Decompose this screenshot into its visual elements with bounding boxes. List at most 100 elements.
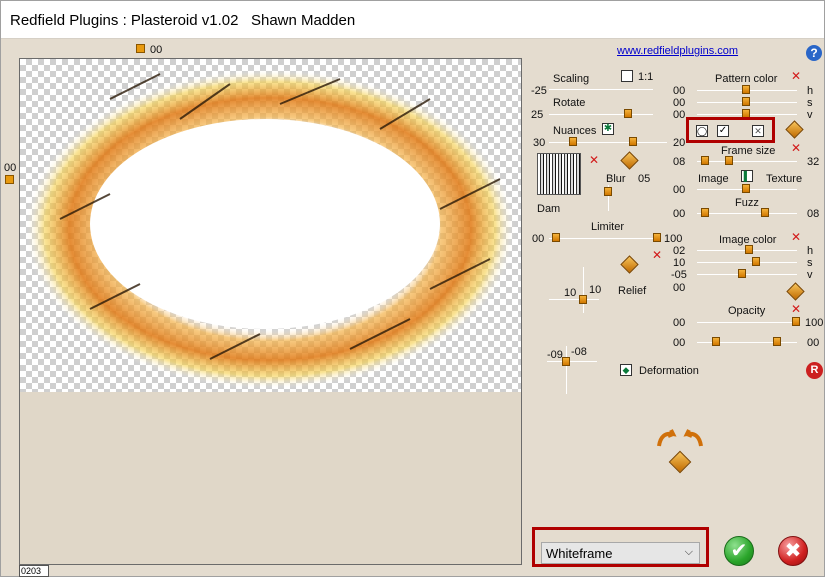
limiter-value-right: 100 bbox=[664, 233, 683, 245]
opacity-slider[interactable] bbox=[697, 322, 797, 323]
pattern-color-clear-icon[interactable]: ✕ bbox=[791, 70, 801, 82]
help-icon[interactable]: ? bbox=[806, 45, 822, 61]
image-color-random-icon[interactable] bbox=[786, 282, 805, 301]
pattern-random-icon[interactable] bbox=[785, 120, 804, 139]
nuances-thumb-right[interactable] bbox=[629, 137, 637, 146]
rotate-slider[interactable] bbox=[549, 114, 653, 115]
deform-y-value: -08 bbox=[571, 346, 587, 358]
fuzz-value-left: 00 bbox=[673, 208, 686, 220]
image-color-clear-icon[interactable]: ✕ bbox=[791, 231, 801, 243]
opacity-row2-right: 00 bbox=[807, 337, 820, 349]
image-texture-thumb[interactable] bbox=[742, 184, 750, 193]
preset-value: Whiteframe bbox=[546, 546, 613, 561]
limiter-slider[interactable] bbox=[549, 238, 661, 239]
deformation-label: Deformation bbox=[639, 365, 699, 377]
nuances-slider[interactable] bbox=[549, 142, 667, 143]
opacity-clear-icon[interactable]: ✕ bbox=[791, 303, 801, 315]
image-s-value: 10 bbox=[673, 257, 686, 269]
fuzz-thumb-left[interactable] bbox=[701, 208, 709, 217]
texture-label: Texture bbox=[766, 173, 803, 185]
mode-cross-button[interactable]: ✕ bbox=[752, 125, 764, 137]
cancel-button[interactable]: ✖ bbox=[778, 536, 808, 566]
title-bar: Redfield Plugins : Plasteroid v1.02 Shaw… bbox=[1, 1, 824, 39]
relief-random-icon[interactable] bbox=[620, 255, 639, 274]
opacity-value-left: 00 bbox=[673, 317, 686, 329]
image-texture-toggle[interactable]: ▌ bbox=[741, 170, 753, 182]
rotate-thumb[interactable] bbox=[624, 109, 632, 118]
scaling-label: Scaling bbox=[553, 73, 590, 85]
rotate-value: 25 bbox=[531, 109, 544, 121]
scale-1to1-checkbox[interactable] bbox=[621, 70, 633, 82]
image-h-thumb[interactable] bbox=[745, 245, 753, 254]
deform-pad-vertical[interactable] bbox=[566, 346, 567, 394]
relief-pad-vertical[interactable] bbox=[583, 267, 584, 313]
scale-1to1-label: 1:1 bbox=[638, 71, 654, 83]
pattern-s-thumb[interactable] bbox=[742, 97, 750, 106]
frame-effect-preview bbox=[25, 69, 515, 389]
blur-value: 05 bbox=[638, 173, 651, 185]
image-s-slider[interactable] bbox=[697, 262, 797, 263]
ok-button[interactable]: ✔ bbox=[724, 536, 754, 566]
redfield-link[interactable]: www.redfieldplugins.com bbox=[617, 45, 738, 57]
preview-left-value: 00 bbox=[4, 162, 17, 174]
deform-pad-thumb[interactable] bbox=[562, 357, 570, 366]
deform-x-value: -09 bbox=[547, 349, 563, 361]
blur-label: Blur bbox=[606, 173, 626, 185]
frame-size-thumb-left[interactable] bbox=[701, 156, 709, 165]
scaling-slider[interactable] bbox=[549, 89, 653, 90]
preset-dropdown[interactable]: Whiteframe ⌵ bbox=[541, 542, 700, 564]
fuzz-slider[interactable] bbox=[697, 213, 797, 214]
texture-name: Dam bbox=[537, 203, 561, 215]
image-s-thumb[interactable] bbox=[752, 257, 760, 266]
reset-button[interactable]: R bbox=[806, 362, 823, 379]
limiter-label: Limiter bbox=[591, 221, 625, 233]
frame-size-slider[interactable] bbox=[697, 161, 797, 162]
frame-size-value-right: 32 bbox=[807, 156, 820, 168]
opacity-thumb[interactable] bbox=[792, 317, 800, 326]
fuzz-value-right: 08 bbox=[807, 208, 820, 220]
deformation-checkbox[interactable]: ◆ bbox=[620, 364, 632, 376]
pattern-color-label: Pattern color bbox=[715, 73, 778, 85]
image-texture-value: 00 bbox=[673, 184, 686, 196]
frame-size-thumb-right[interactable] bbox=[725, 156, 733, 165]
nuances-label: Nuances bbox=[553, 125, 597, 137]
randomize-all-icon[interactable] bbox=[668, 450, 692, 474]
deform-pad-horizontal[interactable] bbox=[547, 361, 597, 362]
opacity-row2-left: 00 bbox=[673, 337, 686, 349]
preview-left-handle[interactable] bbox=[5, 175, 14, 184]
randomize-arrows-icon[interactable] bbox=[653, 428, 707, 448]
image-v-thumb[interactable] bbox=[738, 269, 746, 278]
relief-pad-thumb[interactable] bbox=[579, 295, 587, 304]
relief-pad-horizontal[interactable] bbox=[549, 299, 599, 300]
fuzz-thumb-right[interactable] bbox=[761, 208, 769, 217]
preview-top-value: 00 bbox=[150, 44, 163, 56]
status-value: 0203 bbox=[19, 565, 49, 577]
image-v-slider[interactable] bbox=[697, 274, 797, 275]
texture-swatch[interactable] bbox=[537, 153, 581, 195]
texture-clear-icon[interactable]: ✕ bbox=[589, 154, 599, 166]
texture-random-icon[interactable] bbox=[620, 151, 639, 170]
chevron-down-icon: ⌵ bbox=[684, 546, 693, 558]
pattern-h-thumb[interactable] bbox=[742, 85, 750, 94]
nuances-thumb-left[interactable] bbox=[569, 137, 577, 146]
mode-check-button[interactable]: ✓ bbox=[717, 125, 729, 137]
window-title: Redfield Plugins : Plasteroid v1.02 Shaw… bbox=[10, 12, 356, 29]
relief-y-value: 10 bbox=[589, 284, 602, 296]
preview-top-handle[interactable] bbox=[136, 44, 145, 53]
plugin-window: Redfield Plugins : Plasteroid v1.02 Shaw… bbox=[0, 0, 825, 577]
frame-size-clear-icon[interactable]: ✕ bbox=[791, 142, 801, 154]
limiter-thumb-left[interactable] bbox=[552, 233, 560, 242]
opacity-value-right: 100 bbox=[805, 317, 824, 329]
limiter-thumb-right[interactable] bbox=[653, 233, 661, 242]
mode-circle-button[interactable]: ◯ bbox=[696, 125, 708, 137]
preview-canvas[interactable] bbox=[19, 58, 522, 565]
nuances-value-left: 30 bbox=[533, 137, 546, 149]
opacity-secondary-thumb-left[interactable] bbox=[712, 337, 720, 346]
opacity-secondary-thumb-right[interactable] bbox=[773, 337, 781, 346]
relief-clear-icon[interactable]: ✕ bbox=[652, 249, 662, 261]
pattern-v-label: v bbox=[807, 109, 813, 121]
nuances-value-right: 20 bbox=[673, 137, 686, 149]
pattern-s-value: 00 bbox=[673, 97, 686, 109]
nuances-checkbox[interactable]: ✱ bbox=[602, 123, 614, 135]
blur-thumb[interactable] bbox=[604, 187, 612, 196]
